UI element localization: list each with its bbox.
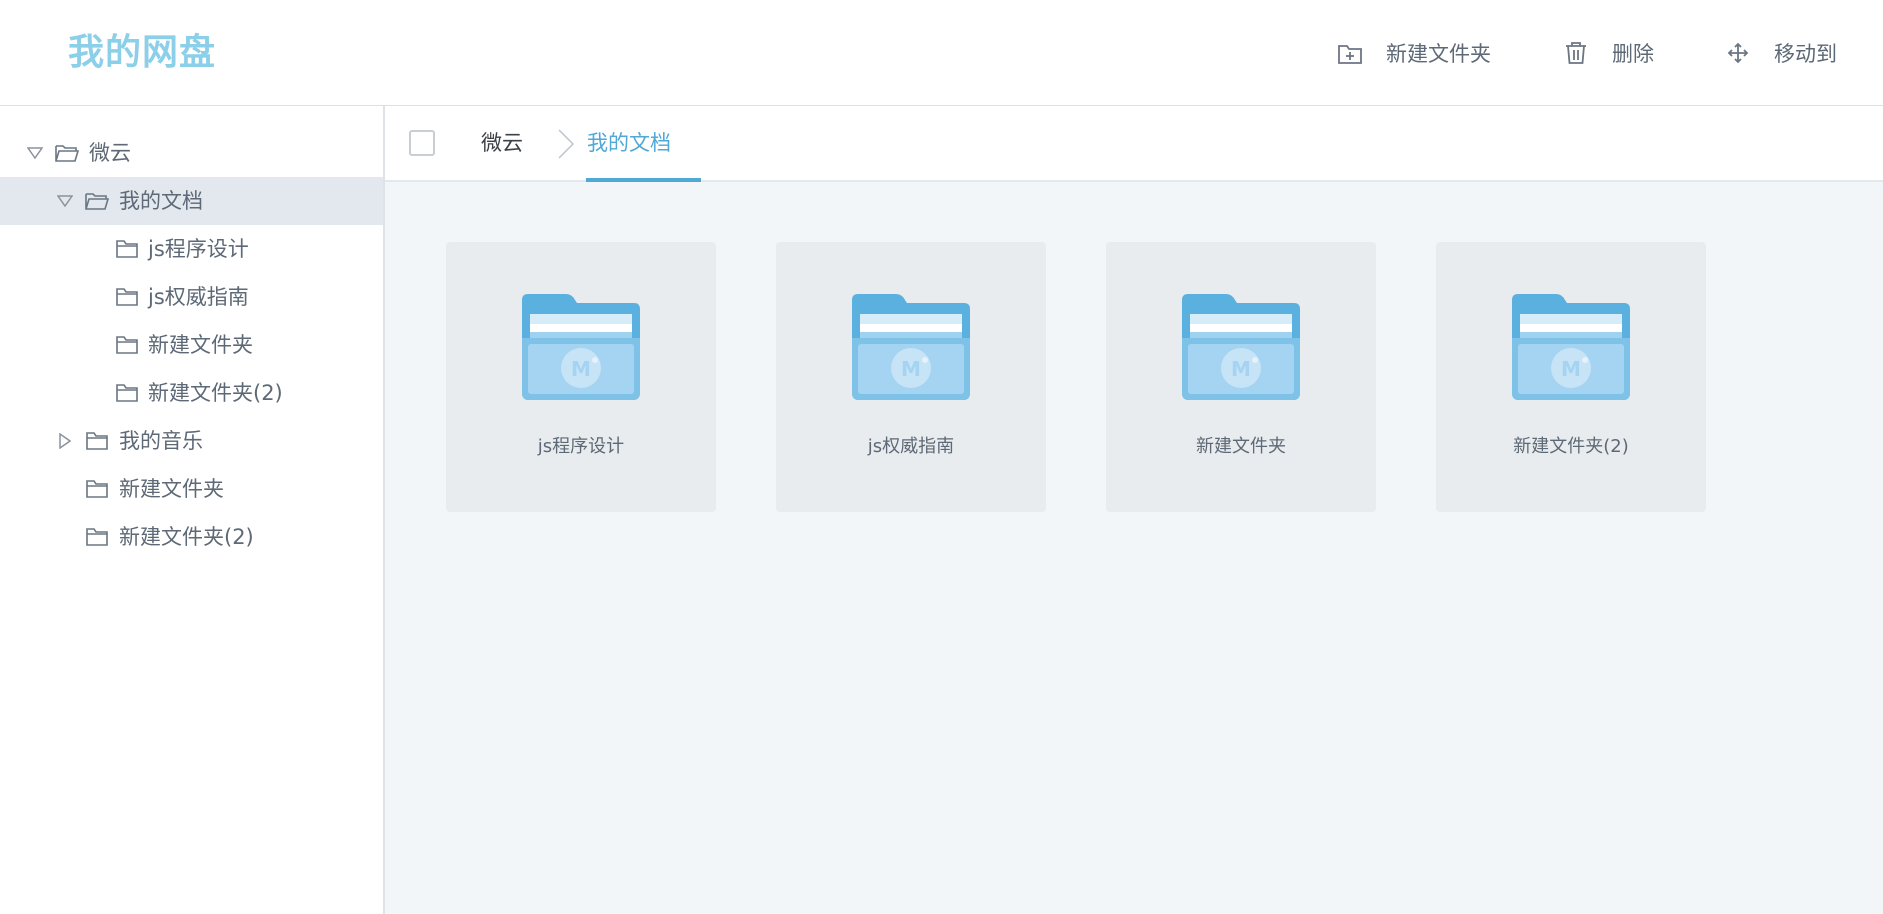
file-name: 新建文件夹(2)	[1513, 436, 1629, 457]
tree-label: 我的音乐	[119, 429, 203, 453]
expand-arrow-down-icon[interactable]	[56, 192, 74, 210]
tree-label: 新建文件夹	[119, 477, 224, 501]
tree-item-my-music[interactable]: 我的音乐	[0, 417, 383, 465]
tree-label: 新建文件夹(2)	[148, 381, 283, 405]
header: 我的网盘 新建文件夹 删除 移动到	[0, 0, 1883, 106]
breadcrumb-root[interactable]: 微云	[481, 106, 523, 180]
file-card[interactable]: M 新建文件夹(2)	[1436, 242, 1706, 512]
new-folder-icon	[1336, 39, 1364, 67]
folder-icon	[115, 335, 139, 355]
tree-item-js-programming[interactable]: js程序设计	[0, 225, 383, 273]
tree-item-new-folder[interactable]: 新建文件夹	[0, 321, 383, 369]
move-to-button[interactable]: 移动到	[1724, 34, 1837, 72]
delete-button[interactable]: 删除	[1562, 34, 1654, 72]
folder-icon	[85, 479, 109, 499]
svg-text:M: M	[571, 357, 591, 381]
svg-text:M: M	[1231, 357, 1251, 381]
move-icon	[1724, 39, 1752, 67]
move-to-label: 移动到	[1774, 42, 1837, 66]
file-browser-main: 微云 我的文档 M js程序设计 M js权威指南 M 新建文件夹 M 新建文件…	[385, 106, 1883, 914]
tree-item-new-folder-2-root[interactable]: 新建文件夹(2)	[0, 513, 383, 561]
breadcrumb: 微云 我的文档	[385, 106, 1883, 182]
tree-item-new-folder-root[interactable]: 新建文件夹	[0, 465, 383, 513]
tree-item-weiyun[interactable]: 微云	[0, 129, 383, 177]
folder-icon: M	[522, 294, 640, 400]
folder-icon	[115, 239, 139, 259]
folder-icon: M	[1182, 294, 1300, 400]
new-folder-label: 新建文件夹	[1386, 42, 1491, 66]
tree-item-new-folder-2[interactable]: 新建文件夹(2)	[0, 369, 383, 417]
file-card[interactable]: M js程序设计	[446, 242, 716, 512]
file-card[interactable]: M 新建文件夹	[1106, 242, 1376, 512]
file-name: 新建文件夹	[1196, 436, 1286, 457]
tree-label: 微云	[89, 141, 131, 165]
breadcrumb-active-underline	[586, 178, 701, 182]
folder-open-icon	[55, 143, 79, 163]
new-folder-button[interactable]: 新建文件夹	[1336, 34, 1491, 72]
folder-icon: M	[1512, 294, 1630, 400]
svg-text:M: M	[901, 357, 921, 381]
tree-label: 我的文档	[119, 189, 203, 213]
expand-arrow-right-icon[interactable]	[56, 432, 74, 450]
file-name: js权威指南	[867, 436, 955, 457]
folder-icon	[85, 527, 109, 547]
folder-icon	[115, 383, 139, 403]
tree-label: js权威指南	[148, 285, 249, 309]
tree-item-my-documents[interactable]: 我的文档	[0, 177, 383, 225]
tree-item-js-definitive-guide[interactable]: js权威指南	[0, 273, 383, 321]
folder-icon: M	[852, 294, 970, 400]
trash-icon	[1562, 39, 1590, 67]
svg-text:M: M	[1561, 357, 1581, 381]
breadcrumb-separator-icon	[555, 128, 577, 160]
folder-open-icon	[85, 191, 109, 211]
expand-arrow-down-icon[interactable]	[26, 144, 44, 162]
folder-icon	[115, 287, 139, 307]
delete-label: 删除	[1612, 42, 1654, 66]
select-all-checkbox[interactable]	[409, 130, 435, 156]
app-logo: 我的网盘	[68, 32, 217, 73]
tree-label: js程序设计	[148, 237, 249, 261]
file-card[interactable]: M js权威指南	[776, 242, 1046, 512]
file-name: js程序设计	[537, 436, 625, 457]
folder-tree-sidebar: 微云 我的文档 js程序设计 js权威指南 新建文件夹 新建文件夹(2) 我的音…	[0, 106, 385, 914]
folder-icon	[85, 431, 109, 451]
tree-label: 新建文件夹(2)	[119, 525, 254, 549]
breadcrumb-current[interactable]: 我的文档	[587, 106, 671, 180]
tree-label: 新建文件夹	[148, 333, 253, 357]
